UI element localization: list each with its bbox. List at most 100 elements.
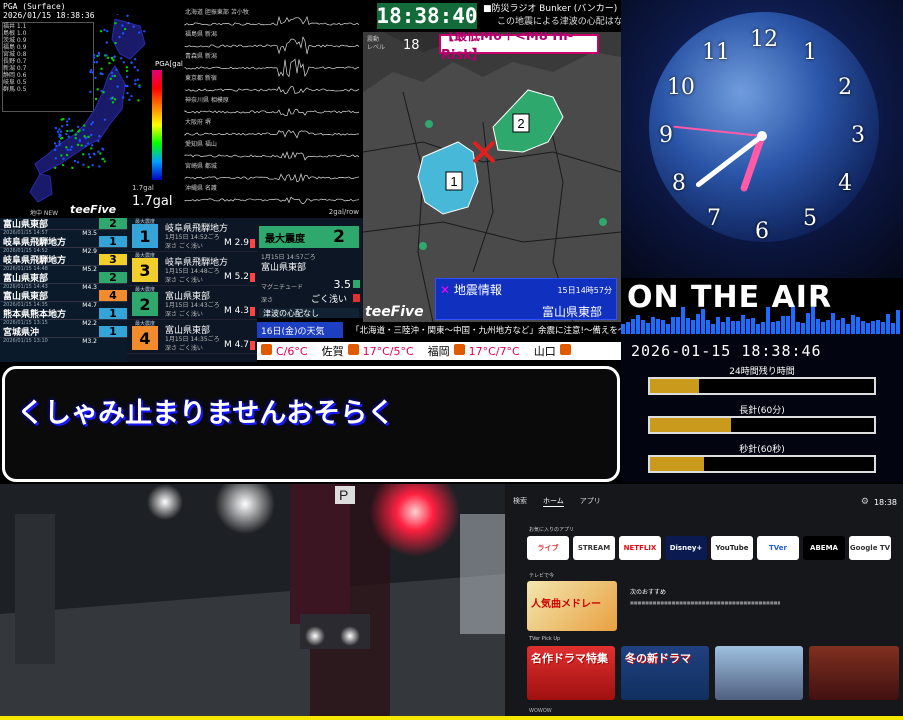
seismograph-station-label: 神奈川県 相模原 xyxy=(185,96,229,104)
remaining-bar-day xyxy=(648,377,876,395)
tv-app-tile[interactable]: TVer xyxy=(757,536,799,560)
quake-detail-mag: M 4.7 xyxy=(224,340,249,350)
audio-level-bar xyxy=(826,319,830,334)
audio-level-bar xyxy=(796,322,800,334)
pga-gal-small: 1.7gal xyxy=(132,184,154,192)
pga-station-dot xyxy=(82,128,85,131)
pga-station-dot xyxy=(94,76,97,80)
quake-detail-date: 1月15日 14:43ごろ xyxy=(165,302,220,309)
tv-app-tile[interactable]: NETFLIX xyxy=(619,536,661,560)
remaining-label-day: 24時間残り時間 xyxy=(729,367,795,377)
pga-station-dot xyxy=(76,143,80,147)
remaining-label-minute: 長針(60分) xyxy=(739,406,785,416)
audio-level-bar xyxy=(861,321,865,334)
pga-station-dot xyxy=(58,140,61,143)
top-clock-strip: 18:38:40 ■防災ラジオ Bunker (バンカー) この地震による津波の… xyxy=(363,0,621,32)
audio-level-bar xyxy=(651,317,655,334)
pga-station-dot xyxy=(125,75,129,79)
remaining-label-second: 秒針(60秒) xyxy=(739,445,785,455)
max-intensity-depth: ごく浅い xyxy=(310,295,347,305)
quake-detail-depth: 深さ ごく浅い xyxy=(165,345,203,352)
pga-station-dot xyxy=(87,153,91,156)
quake-list-row: 岐阜県飛騨地方 1 xyxy=(0,235,127,248)
audio-level-bar xyxy=(741,314,745,334)
audio-level-bar xyxy=(646,323,650,334)
max-intensity-value: 2 xyxy=(333,227,345,247)
pga-station-dot xyxy=(99,30,103,33)
pga-station-dot xyxy=(137,99,140,102)
audio-level-bar xyxy=(881,321,885,334)
seismograph-trace xyxy=(184,15,360,26)
quake-detail-depth: 深さ ごく浅い xyxy=(165,277,203,284)
seismograph-panel: 北海道 胆振東部 苫小牧 福島県 新潟 青森県 新潟 東京都 新宿 神奈川県 相模原 大阪… xyxy=(183,0,363,218)
pga-station-dot xyxy=(80,144,83,147)
pga-station-dot xyxy=(120,57,123,60)
seismograph-trace xyxy=(184,196,360,205)
audio-level-bar xyxy=(716,317,720,334)
pga-station-dot xyxy=(98,165,101,168)
tv-nav-apps[interactable]: アプリ xyxy=(580,496,601,507)
pga-station-dot xyxy=(53,148,57,152)
pga-station-dot xyxy=(136,78,140,81)
audio-level-bar xyxy=(876,319,880,334)
shindo-value: 18 xyxy=(403,38,420,53)
audio-level-bar xyxy=(736,321,740,334)
tile-drama-3[interactable] xyxy=(715,646,803,700)
bunker-label: ■防災ラジオ Bunker (バンカー) xyxy=(483,4,618,14)
quake-list-row: 富山県東部 2 xyxy=(0,218,127,230)
audio-level-bar xyxy=(696,313,700,334)
pga-station-dot xyxy=(100,67,103,71)
tv-app-tile[interactable]: Google TV xyxy=(849,536,891,560)
audio-level-bar xyxy=(776,320,780,334)
pga-station-dot xyxy=(86,142,90,145)
bottom-accent-line xyxy=(0,716,903,720)
mag-indicator xyxy=(353,280,360,288)
pga-station-dot xyxy=(70,145,73,149)
pga-station-dot xyxy=(124,84,128,88)
pga-station-dot xyxy=(96,139,100,143)
pga-station-dot xyxy=(127,21,130,25)
tile-meisaku[interactable]: 名作ドラマ特集 xyxy=(527,646,615,700)
tv-app-tile[interactable]: STREAM xyxy=(573,536,615,560)
weather-cities: C/6°C 佐賀 17°C/5°C 福岡 17°C/7°C 山口 xyxy=(257,342,621,360)
quake-detail-date: 1月15日 14:48ごろ xyxy=(165,268,220,275)
max-intensity-label: 最大震度 xyxy=(265,233,305,245)
tv-nav-home[interactable]: ホーム xyxy=(543,496,564,507)
tile-drama-4[interactable] xyxy=(809,646,899,700)
seismograph-traces: 北海道 胆振東部 苫小牧福島県 新潟青森県 新潟東京都 新宿神奈川県 相模原大阪… xyxy=(184,8,360,205)
audio-level-bar xyxy=(866,323,870,334)
shindo-label: 震動 レベル xyxy=(367,36,386,51)
seismograph-trace xyxy=(184,58,360,78)
quake-list-intensity: 3 xyxy=(99,253,127,266)
seismograph-trace xyxy=(184,129,360,139)
pga-station-dot xyxy=(69,129,72,133)
tv-app-tile[interactable]: YouTube xyxy=(711,536,753,560)
pga-station-dot xyxy=(112,59,115,62)
audio-level-bar xyxy=(751,318,755,334)
tv-nav-search[interactable]: 検索 xyxy=(513,496,527,507)
quake-detail-mag-indicator xyxy=(250,273,255,282)
pga-station-dot xyxy=(93,60,96,64)
quake-detail-intensity: 2 xyxy=(132,292,158,316)
pga-station-dot xyxy=(66,123,69,127)
pga-station-dot xyxy=(97,51,101,55)
tile-fuyu[interactable]: 冬の新ドラマ xyxy=(621,646,709,700)
quake-list-place: 富山県東部 xyxy=(3,220,49,230)
clock-center xyxy=(757,131,767,141)
pga-station-dot xyxy=(111,74,114,78)
pga-station-dot xyxy=(105,54,108,57)
quake-list-mag: M3.2 xyxy=(82,338,97,345)
quake-detail-intensity: 4 xyxy=(132,326,158,350)
quake-detail-item: 最大震度 4 富山県東部 1月15日 14:35ごろ 深さ ごく浅い M 4.7 xyxy=(127,320,257,354)
quake-list-place: 富山県東部 xyxy=(3,274,49,284)
pga-station-dot xyxy=(109,97,113,100)
gear-icon[interactable]: ⚙ xyxy=(861,497,869,507)
featured-tile[interactable]: 人気曲メドレー xyxy=(527,581,617,631)
pga-station-dot xyxy=(100,89,103,93)
svg-text:P: P xyxy=(339,487,348,503)
tv-app-tile[interactable]: ライブ xyxy=(527,536,569,560)
tv-app-tile[interactable]: ABEMA xyxy=(803,536,845,560)
quake-list-date: 2026/01/15 13:10 xyxy=(3,338,48,344)
audio-level-bar xyxy=(891,322,895,334)
tv-app-tile[interactable]: Disney+ xyxy=(665,536,707,560)
